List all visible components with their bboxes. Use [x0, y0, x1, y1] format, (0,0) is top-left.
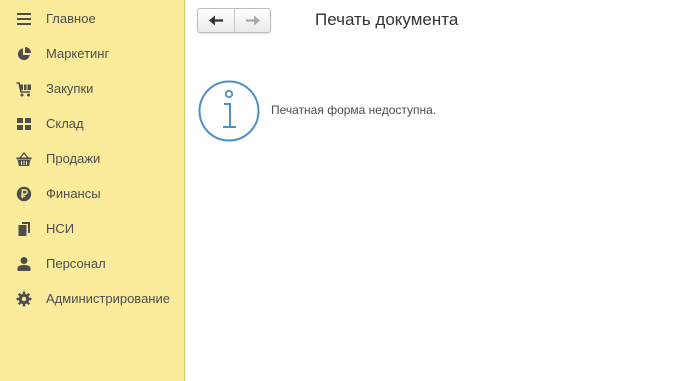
warehouse-grid-icon [16, 116, 32, 132]
sidebar-item-label: НСИ [46, 221, 75, 236]
documents-icon [16, 221, 32, 237]
arrow-left-icon [209, 15, 223, 26]
person-icon [16, 256, 32, 272]
forward-button[interactable] [235, 9, 270, 32]
sidebar-item-label: Главное [46, 11, 96, 26]
sidebar-item-label: Администрирование [46, 291, 170, 306]
hamburger-menu-icon [16, 11, 32, 27]
sidebar-item-label: Продажи [46, 151, 101, 166]
sidebar-item-label: Персонал [46, 256, 106, 271]
ruble-coin-icon [16, 186, 32, 202]
back-button[interactable] [198, 9, 235, 32]
page-title: Печать документа [315, 10, 459, 29]
history-navigation [197, 8, 271, 33]
sidebar-item-marketing[interactable]: Маркетинг [0, 36, 184, 71]
gear-icon [16, 291, 32, 307]
sidebar-item-label: Закупки [46, 81, 94, 96]
sidebar-item-label: Финансы [46, 186, 101, 201]
sidebar-item-warehouse[interactable]: Склад [0, 106, 184, 141]
sidebar-item-personnel[interactable]: Персонал [0, 246, 184, 281]
sidebar-item-administration[interactable]: Администрирование [0, 281, 184, 316]
info-icon [198, 80, 260, 142]
unavailable-message: Печатная форма недоступна. [271, 103, 437, 117]
sidebar-item-main[interactable]: Главное [0, 1, 184, 36]
pie-chart-icon [16, 46, 32, 62]
sidebar-item-sales[interactable]: Продажи [0, 141, 184, 176]
main-content: Печать документа Печатная форма недоступ… [185, 0, 695, 381]
basket-icon [16, 151, 32, 167]
arrow-right-icon [246, 15, 260, 26]
sidebar-item-purchases[interactable]: Закупки [0, 71, 184, 106]
sidebar-item-finance[interactable]: Финансы [0, 176, 184, 211]
sidebar: Главное Маркетинг Закупки Склад Продажи … [0, 0, 185, 381]
sidebar-item-label: Маркетинг [46, 46, 110, 61]
sidebar-item-reference-data[interactable]: НСИ [0, 211, 184, 246]
sidebar-item-label: Склад [46, 116, 84, 131]
shopping-cart-icon [16, 81, 32, 97]
